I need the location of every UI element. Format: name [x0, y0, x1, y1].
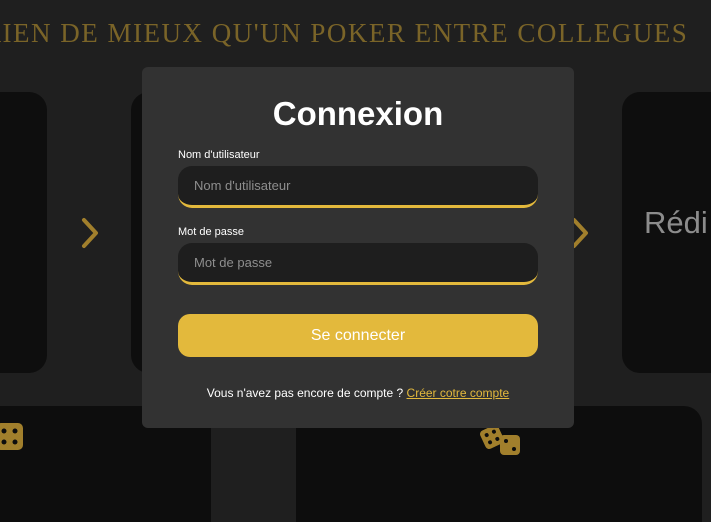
signup-prompt: Vous n'avez pas encore de compte ? — [206, 386, 404, 400]
dice-icon — [480, 425, 520, 455]
background-banner: RIEN DE MIEUX QU'UN POKER ENTRE COLLEGUE… — [0, 18, 711, 49]
password-field[interactable] — [178, 243, 538, 285]
background-card[interactable] — [0, 92, 47, 373]
background-card-title: Rédi — [644, 205, 708, 240]
password-label: Mot de passe — [178, 226, 245, 238]
chevron-right-icon[interactable] — [80, 216, 102, 250]
modal-title: Connexion — [272, 95, 444, 132]
signup-link[interactable]: Créer cotre compte — [407, 386, 510, 400]
login-button[interactable]: Se connecter — [178, 314, 538, 357]
login-modal: Connexion Nom d'utilisateur Mot de passe… — [142, 67, 574, 428]
dice-icon — [0, 423, 23, 450]
background-banner-text: RIEN DE MIEUX QU'UN POKER ENTRE COLLEGUE… — [0, 18, 689, 48]
signup-line: Vous n'avez pas encore de compte ? Créer… — [142, 386, 574, 400]
username-field[interactable] — [178, 166, 538, 208]
username-label: Nom d'utilisateur — [178, 149, 260, 161]
